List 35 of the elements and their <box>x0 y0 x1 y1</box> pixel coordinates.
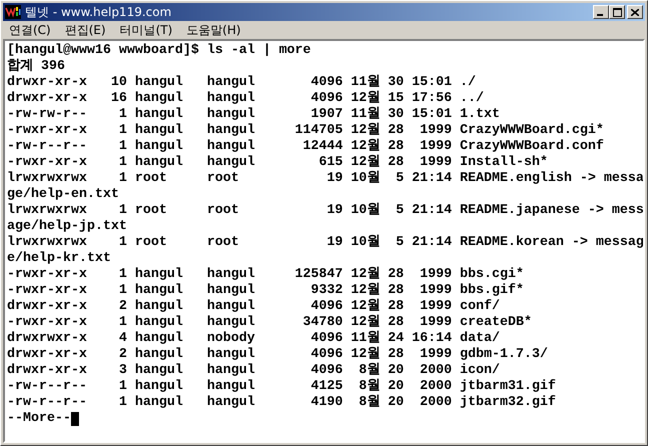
window-title: 텔넷 - www.help119.com <box>25 4 172 20</box>
more-prompt: --More-- <box>7 411 71 427</box>
menu-item[interactable]: 터미널(T) <box>120 22 172 38</box>
terminal-line: drwxr-xr-x 3 hangul hangul 4096 8월 20 2000 icon/ <box>7 363 500 378</box>
maximize-button[interactable] <box>609 5 625 19</box>
terminal-line: -rwxr-xr-x 1 hangul hangul 615 12월 28 1999 Install-sh* <box>7 155 548 170</box>
terminal-line: drwxr-xr-x 2 hangul hangul 4096 12월 28 1999 conf/ <box>7 299 500 314</box>
terminal-line: drwxr-xr-x 16 hangul hangul 4096 12월 15 17:56 ../ <box>7 91 484 106</box>
menu-item[interactable]: 편집(E) <box>64 22 106 38</box>
app-icon <box>5 5 21 19</box>
minimize-button[interactable] <box>593 5 609 19</box>
menu-item[interactable]: 도움말(H) <box>186 22 241 38</box>
text-cursor <box>71 412 79 426</box>
terminal-line: age/help-jp.txt <box>7 219 127 235</box>
terminal-line: -rw-r--r-- 1 hangul hangul 4190 8월 20 2000 jtbarm32.gif <box>7 395 556 411</box>
terminal-line: lrwxrwxrwx 1 root root 19 10월 5 21:14 README.japanese -> mess <box>7 203 643 219</box>
terminal-line: -rwxr-xr-x 1 hangul hangul 125847 12월 28 1999 bbs.cgi* <box>7 267 524 282</box>
terminal-line: drwxr-xr-x 2 hangul hangul 4096 12월 28 1999 gdbm-1.7.3/ <box>7 347 548 362</box>
terminal-line: 합계 396 <box>7 59 65 75</box>
terminal-line: -rw-r--r-- 1 hangul hangul 12444 12월 28 1999 CrazyWWWBoard.conf <box>7 139 604 154</box>
terminal-line: drwxr-xr-x 10 hangul hangul 4096 11월 30 15:01 ./ <box>7 75 476 90</box>
terminal-line: -rwxr-xr-x 1 hangul hangul 114705 12월 28 1999 CrazyWWWBoard.cgi* <box>7 123 604 138</box>
terminal-line: ge/help-en.txt <box>7 187 119 203</box>
terminal-line: lrwxrwxrwx 1 root root 19 10월 5 21:14 README.korean -> messag <box>7 235 643 251</box>
terminal-line: -rwxr-xr-x 1 hangul hangul 9332 12월 28 1999 bbs.gif* <box>7 283 524 298</box>
terminal-line: e/help-kr.txt <box>7 251 111 267</box>
terminal-line: -rw-rw-r-- 1 hangul hangul 1907 11월 30 15:01 1.txt <box>7 107 500 122</box>
terminal-line: -rw-r--r-- 1 hangul hangul 4125 8월 20 2000 jtbarm31.gif <box>7 379 556 394</box>
menu-item[interactable]: 연결(C) <box>9 22 51 38</box>
terminal-line: drwxrwxr-x 4 hangul nobody 4096 11월 24 16:14 data/ <box>7 331 500 346</box>
maximize-icon <box>612 8 622 16</box>
terminal-line: -rwxr-xr-x 1 hangul hangul 34780 12월 28 1999 createDB* <box>7 315 532 330</box>
close-button[interactable] <box>627 5 643 19</box>
close-icon <box>631 8 639 16</box>
terminal-line: [hangul@www16 wwwboard]$ ls -al | more <box>7 43 311 58</box>
